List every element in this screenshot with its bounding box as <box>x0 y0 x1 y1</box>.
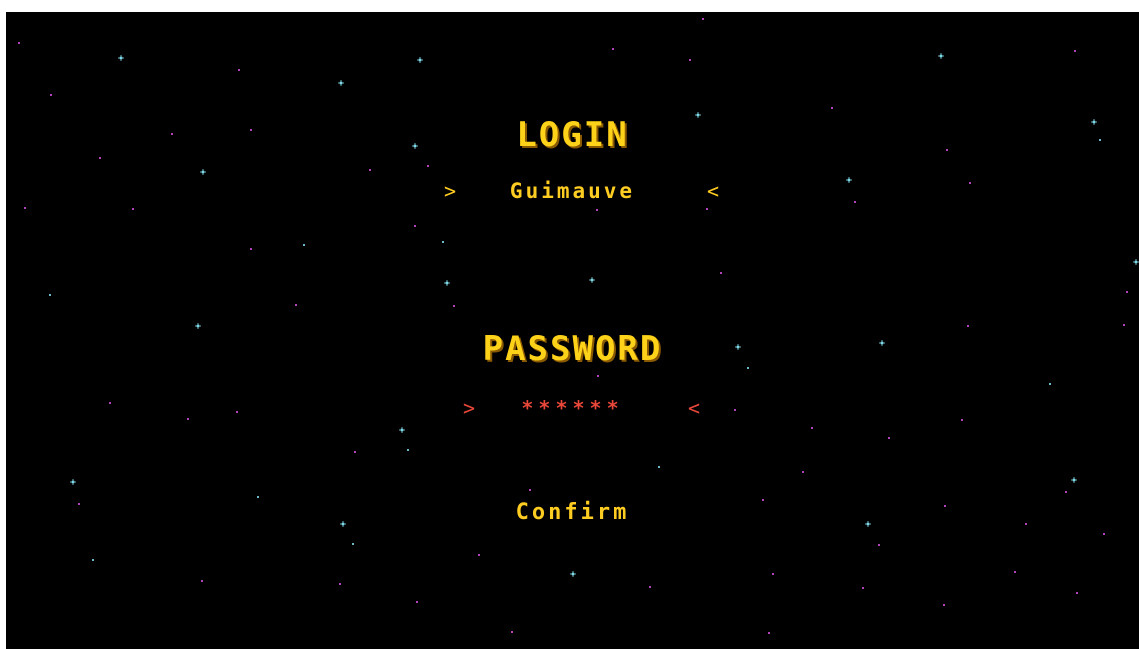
star <box>195 323 201 329</box>
star <box>943 604 945 606</box>
star <box>201 580 203 582</box>
star <box>478 554 480 556</box>
star <box>24 207 26 209</box>
star <box>1065 491 1067 493</box>
star <box>339 583 341 585</box>
star <box>702 18 704 20</box>
star <box>442 241 444 243</box>
login-title: LOGIN <box>516 115 629 155</box>
star <box>802 471 804 473</box>
star <box>118 55 124 61</box>
star <box>99 157 101 159</box>
star <box>1014 571 1016 573</box>
star <box>1076 592 1078 594</box>
star <box>18 42 20 44</box>
star <box>50 94 52 96</box>
star <box>612 48 614 50</box>
star <box>1103 533 1105 535</box>
star <box>1049 383 1051 385</box>
star <box>689 59 691 61</box>
star <box>649 586 651 588</box>
login-value[interactable]: Guimauve <box>6 176 1139 206</box>
password-right-arrow-icon[interactable]: < <box>688 393 700 423</box>
login-field[interactable]: > Guimauve < <box>6 176 1139 206</box>
star <box>878 544 880 546</box>
star <box>1133 259 1139 265</box>
star <box>1074 50 1076 52</box>
star <box>407 449 409 451</box>
star <box>597 375 599 377</box>
star <box>768 632 770 634</box>
star <box>888 437 890 439</box>
star <box>658 466 660 468</box>
star <box>303 244 305 246</box>
star <box>417 57 423 63</box>
star <box>200 169 206 175</box>
star <box>132 208 134 210</box>
star <box>369 169 371 171</box>
star <box>250 248 252 250</box>
star <box>354 451 356 453</box>
star <box>70 479 76 485</box>
star <box>570 571 576 577</box>
star <box>416 601 418 603</box>
star <box>772 573 774 575</box>
star <box>352 543 354 545</box>
star <box>1071 477 1077 483</box>
star <box>1126 291 1128 293</box>
star <box>453 305 455 307</box>
star <box>92 559 94 561</box>
star <box>414 225 416 227</box>
star <box>529 489 531 491</box>
star <box>511 631 513 633</box>
confirm-button[interactable]: Confirm <box>6 502 1139 524</box>
star <box>811 427 813 429</box>
star <box>338 80 344 86</box>
password-title: PASSWORD <box>482 329 663 369</box>
game-screen: LOGIN > Guimauve < PASSWORD > ****** < C… <box>6 12 1139 649</box>
star <box>862 587 864 589</box>
star <box>444 280 450 286</box>
star <box>747 367 749 369</box>
star <box>762 499 764 501</box>
star <box>831 107 833 109</box>
star <box>257 496 259 498</box>
star <box>399 427 405 433</box>
password-field[interactable]: > ****** < <box>6 393 1139 423</box>
star <box>589 277 595 283</box>
star <box>706 208 708 210</box>
star <box>1123 324 1125 326</box>
star <box>295 304 297 306</box>
login-right-arrow-icon[interactable]: < <box>707 176 719 206</box>
star <box>938 53 944 59</box>
star <box>427 165 429 167</box>
star <box>596 209 598 211</box>
star <box>238 69 240 71</box>
password-value[interactable]: ****** <box>6 393 1139 423</box>
star <box>49 294 51 296</box>
star <box>967 325 969 327</box>
star <box>720 272 722 274</box>
